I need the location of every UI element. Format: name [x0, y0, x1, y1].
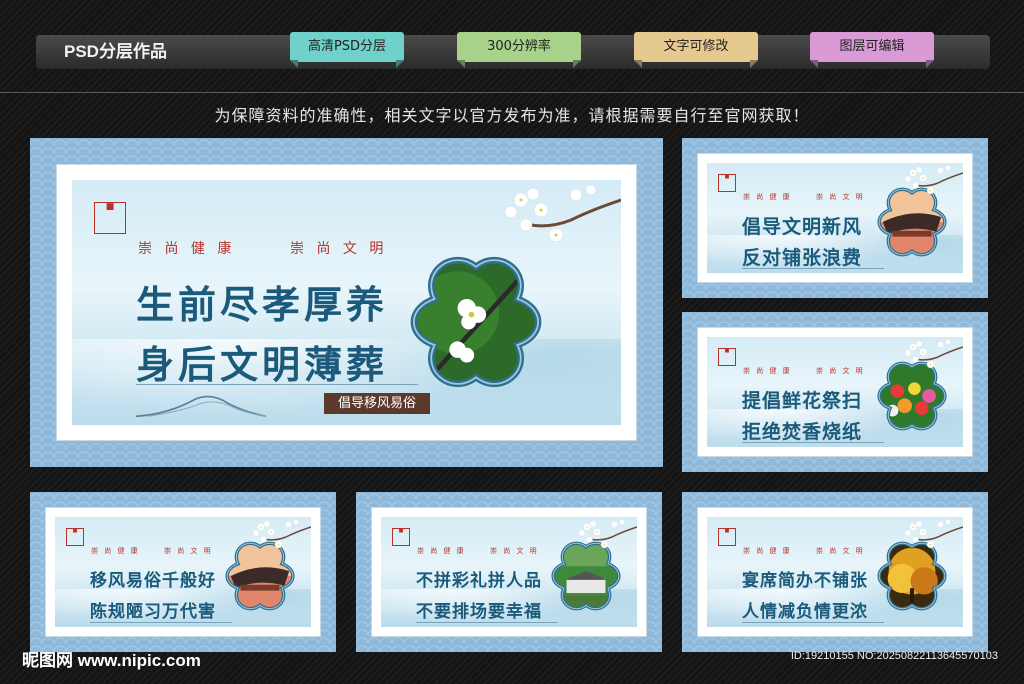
title-rule	[742, 268, 884, 269]
motto-left: 崇 尚 健 康	[91, 547, 140, 555]
board-frame: ■崇 尚 健 康崇 尚 文 明移风易俗千般好陈规陋习万代害 倡导移风易俗	[45, 507, 321, 637]
slogan-line-1: 生前尽孝厚养	[136, 282, 389, 327]
motto-left: 崇 尚 健 康	[743, 367, 792, 375]
slogan-line-2: 人情减负情更浓	[742, 602, 868, 622]
red-stamp: ■	[66, 528, 84, 546]
motto-right: 崇 尚 文 明	[816, 193, 865, 201]
board-panel: ■崇 尚 健 康崇 尚 文 明宴席简办不铺张人情减负情更浓 倡导移风易俗	[682, 492, 988, 652]
board-panel: ■崇 尚 健 康崇 尚 文 明不拼彩礼拼人品不要排场要幸福 倡导移风易俗	[356, 492, 662, 652]
slogan-seal: 倡导移风易俗	[324, 393, 430, 414]
watermark-site: 昵图网 www.nipic.com	[22, 651, 201, 670]
board-panel: ■ 崇 尚 健 康 崇 尚 文 明生前尽孝厚养 身后文明薄葬 倡导移风易俗	[30, 138, 663, 467]
board-frame: ■崇 尚 健 康崇 尚 文 明提倡鲜花祭扫拒绝焚香烧纸 倡导移风易俗	[697, 327, 973, 457]
blossom-branch	[252, 519, 311, 549]
board-frame: ■崇 尚 健 康崇 尚 文 明宴席简办不铺张人情减负情更浓 倡导移风易俗	[697, 507, 973, 637]
motto-right: 崇 尚 文 明	[816, 547, 865, 555]
board-scene: ■崇 尚 健 康崇 尚 文 明提倡鲜花祭扫拒绝焚香烧纸 倡导移风易俗	[707, 337, 963, 447]
red-stamp: ■	[718, 174, 736, 192]
board-scene: ■崇 尚 健 康崇 尚 文 明倡导文明新风反对铺张浪费 倡导移风易俗	[707, 163, 963, 273]
red-stamp: ■	[94, 202, 126, 234]
blossom-branch	[904, 519, 963, 549]
red-stamp: ■	[718, 348, 736, 366]
board-panel: ■崇 尚 健 康崇 尚 文 明提倡鲜花祭扫拒绝焚香烧纸 倡导移风易俗	[682, 312, 988, 472]
motto-right: 崇 尚 文 明	[164, 547, 213, 555]
blossom-branch	[904, 165, 963, 195]
red-stamp: ■	[392, 528, 410, 546]
title-rule	[416, 622, 558, 623]
slogan-line-2: 拒绝焚香烧纸	[742, 421, 863, 443]
slogan-line-2: 身后文明薄葬	[136, 342, 389, 387]
slogan-line-2: 不要排场要幸福	[416, 602, 542, 622]
brand-title: PSD分层作品	[64, 42, 167, 61]
motto-left: 崇 尚 健 康	[743, 193, 792, 201]
divider	[0, 92, 1024, 93]
motto-right: 崇 尚 文 明	[816, 367, 865, 375]
tag-resolution: 300分辨率	[457, 32, 581, 62]
board-frame: ■崇 尚 健 康崇 尚 文 明不拼彩礼拼人品不要排场要幸福 倡导移风易俗	[371, 507, 647, 637]
board-frame: ■崇 尚 健 康崇 尚 文 明倡导文明新风反对铺张浪费 倡导移风易俗	[697, 153, 973, 283]
mountain-lines	[136, 395, 266, 418]
notice-text: 为保障资料的准确性，相关文字以官方发布为准，请根据需要自行至官网获取！	[214, 106, 810, 125]
slogan-line-1: 倡导文明新风	[742, 216, 863, 238]
motto-left: 崇 尚 健 康	[138, 241, 236, 257]
title-rule	[136, 384, 418, 385]
board-panel: ■崇 尚 健 康崇 尚 文 明移风易俗千般好陈规陋习万代害 倡导移风易俗	[30, 492, 336, 652]
title-rule	[742, 442, 884, 443]
tag-editable-layers: 图层可编辑	[810, 32, 934, 62]
slogan-line-1: 不拼彩礼拼人品	[416, 571, 542, 591]
motto-right: 崇 尚 文 明	[490, 547, 539, 555]
blossom-branch	[504, 184, 621, 243]
board-scene: ■崇 尚 健 康崇 尚 文 明不拼彩礼拼人品不要排场要幸福 倡导移风易俗	[381, 517, 637, 627]
board-frame: ■ 崇 尚 健 康 崇 尚 文 明生前尽孝厚养 身后文明薄葬 倡导移风易俗	[56, 164, 637, 441]
motto-right: 崇 尚 文 明	[290, 241, 388, 257]
title-rule	[742, 622, 884, 623]
tag-hd-psd: 高清PSD分层	[290, 32, 404, 62]
blossom-branch	[904, 339, 963, 369]
slogan-line-1: 移风易俗千般好	[90, 571, 216, 591]
board-scene: ■崇 尚 健 康崇 尚 文 明宴席简办不铺张人情减负情更浓 倡导移风易俗	[707, 517, 963, 627]
board-scene: ■崇 尚 健 康崇 尚 文 明移风易俗千般好陈规陋习万代害 倡导移风易俗	[55, 517, 311, 627]
board-scene: ■ 崇 尚 健 康 崇 尚 文 明生前尽孝厚养 身后文明薄葬 倡导移风易俗	[72, 180, 621, 425]
tag-editable-text: 文字可修改	[634, 32, 758, 62]
motto-left: 崇 尚 健 康	[417, 547, 466, 555]
slogan-line-2: 陈规陋习万代害	[90, 602, 216, 622]
blossom-branch	[578, 519, 637, 549]
watermark-id: ID:19210155 NO:20250822113645570103	[790, 650, 998, 662]
slogan-line-1: 提倡鲜花祭扫	[742, 390, 863, 412]
slogan-line-1: 宴席简办不铺张	[742, 571, 868, 591]
board-panel: ■崇 尚 健 康崇 尚 文 明倡导文明新风反对铺张浪费 倡导移风易俗	[682, 138, 988, 298]
red-stamp: ■	[718, 528, 736, 546]
slogan-line-2: 反对铺张浪费	[742, 247, 863, 269]
title-rule	[90, 622, 232, 623]
motto-left: 崇 尚 健 康	[743, 547, 792, 555]
quatrefoil-window	[410, 257, 542, 387]
